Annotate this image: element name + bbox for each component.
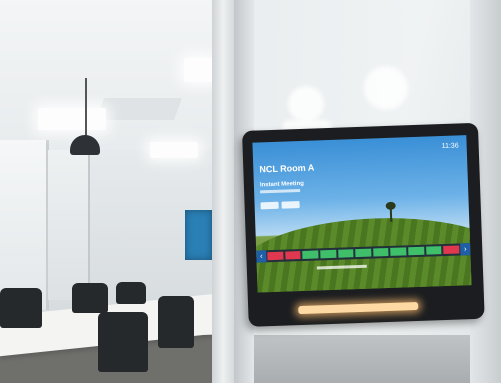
prev-arrow-icon[interactable]: ‹	[256, 250, 267, 263]
clock-time: 11:36	[441, 142, 459, 151]
timeline-slot-free[interactable]	[408, 246, 425, 256]
tablet-screen: 11:36 NCL Room A Instant Meeting ‹ ›	[252, 135, 472, 293]
timeline-slot-free[interactable]	[373, 247, 389, 257]
ceiling-light	[150, 142, 198, 158]
meeting-title: Instant Meeting	[259, 180, 305, 189]
timeline-slot-free[interactable]	[425, 246, 442, 255]
timeline-slot-busy[interactable]	[267, 251, 284, 261]
office-chair	[0, 288, 42, 328]
timeline-slot-busy[interactable]	[284, 251, 301, 260]
timeline-slot-free[interactable]	[320, 249, 337, 259]
pendant-lamp	[70, 135, 100, 155]
ceiling-vent	[95, 98, 183, 120]
book-button[interactable]	[260, 201, 279, 210]
ceiling-light	[38, 108, 106, 130]
timeline-slot-free[interactable]	[390, 247, 407, 256]
timeline-slot-free[interactable]	[337, 249, 354, 258]
wall-display-screen	[185, 210, 212, 260]
timeline-slot-busy[interactable]	[443, 245, 460, 255]
photo-scene: 11:36 NCL Room A Instant Meeting ‹ ›	[0, 0, 501, 383]
timeline-slot-free[interactable]	[302, 250, 319, 259]
room-window	[0, 140, 49, 310]
office-chair	[116, 282, 146, 304]
office-chair	[98, 312, 148, 372]
meeting-details-line	[260, 189, 301, 194]
floor-behind-glass	[254, 335, 470, 383]
room-name: NCL Room A	[259, 162, 315, 175]
office-chair	[72, 283, 108, 313]
timeline-slot-free[interactable]	[355, 248, 372, 258]
pendant-lamp-cord	[85, 78, 87, 138]
status-led-strip	[298, 301, 419, 315]
ceiling-light	[184, 58, 214, 82]
tree-trunk	[389, 207, 393, 222]
room-window-second	[48, 150, 90, 300]
next-arrow-icon[interactable]: ›	[460, 243, 471, 256]
office-chair	[158, 296, 194, 348]
room-booking-tablet: 11:36 NCL Room A Instant Meeting ‹ ›	[242, 122, 485, 327]
door-frame	[212, 0, 234, 383]
light-reflection	[364, 66, 408, 110]
light-reflection	[288, 86, 324, 122]
extend-button[interactable]	[281, 201, 300, 209]
